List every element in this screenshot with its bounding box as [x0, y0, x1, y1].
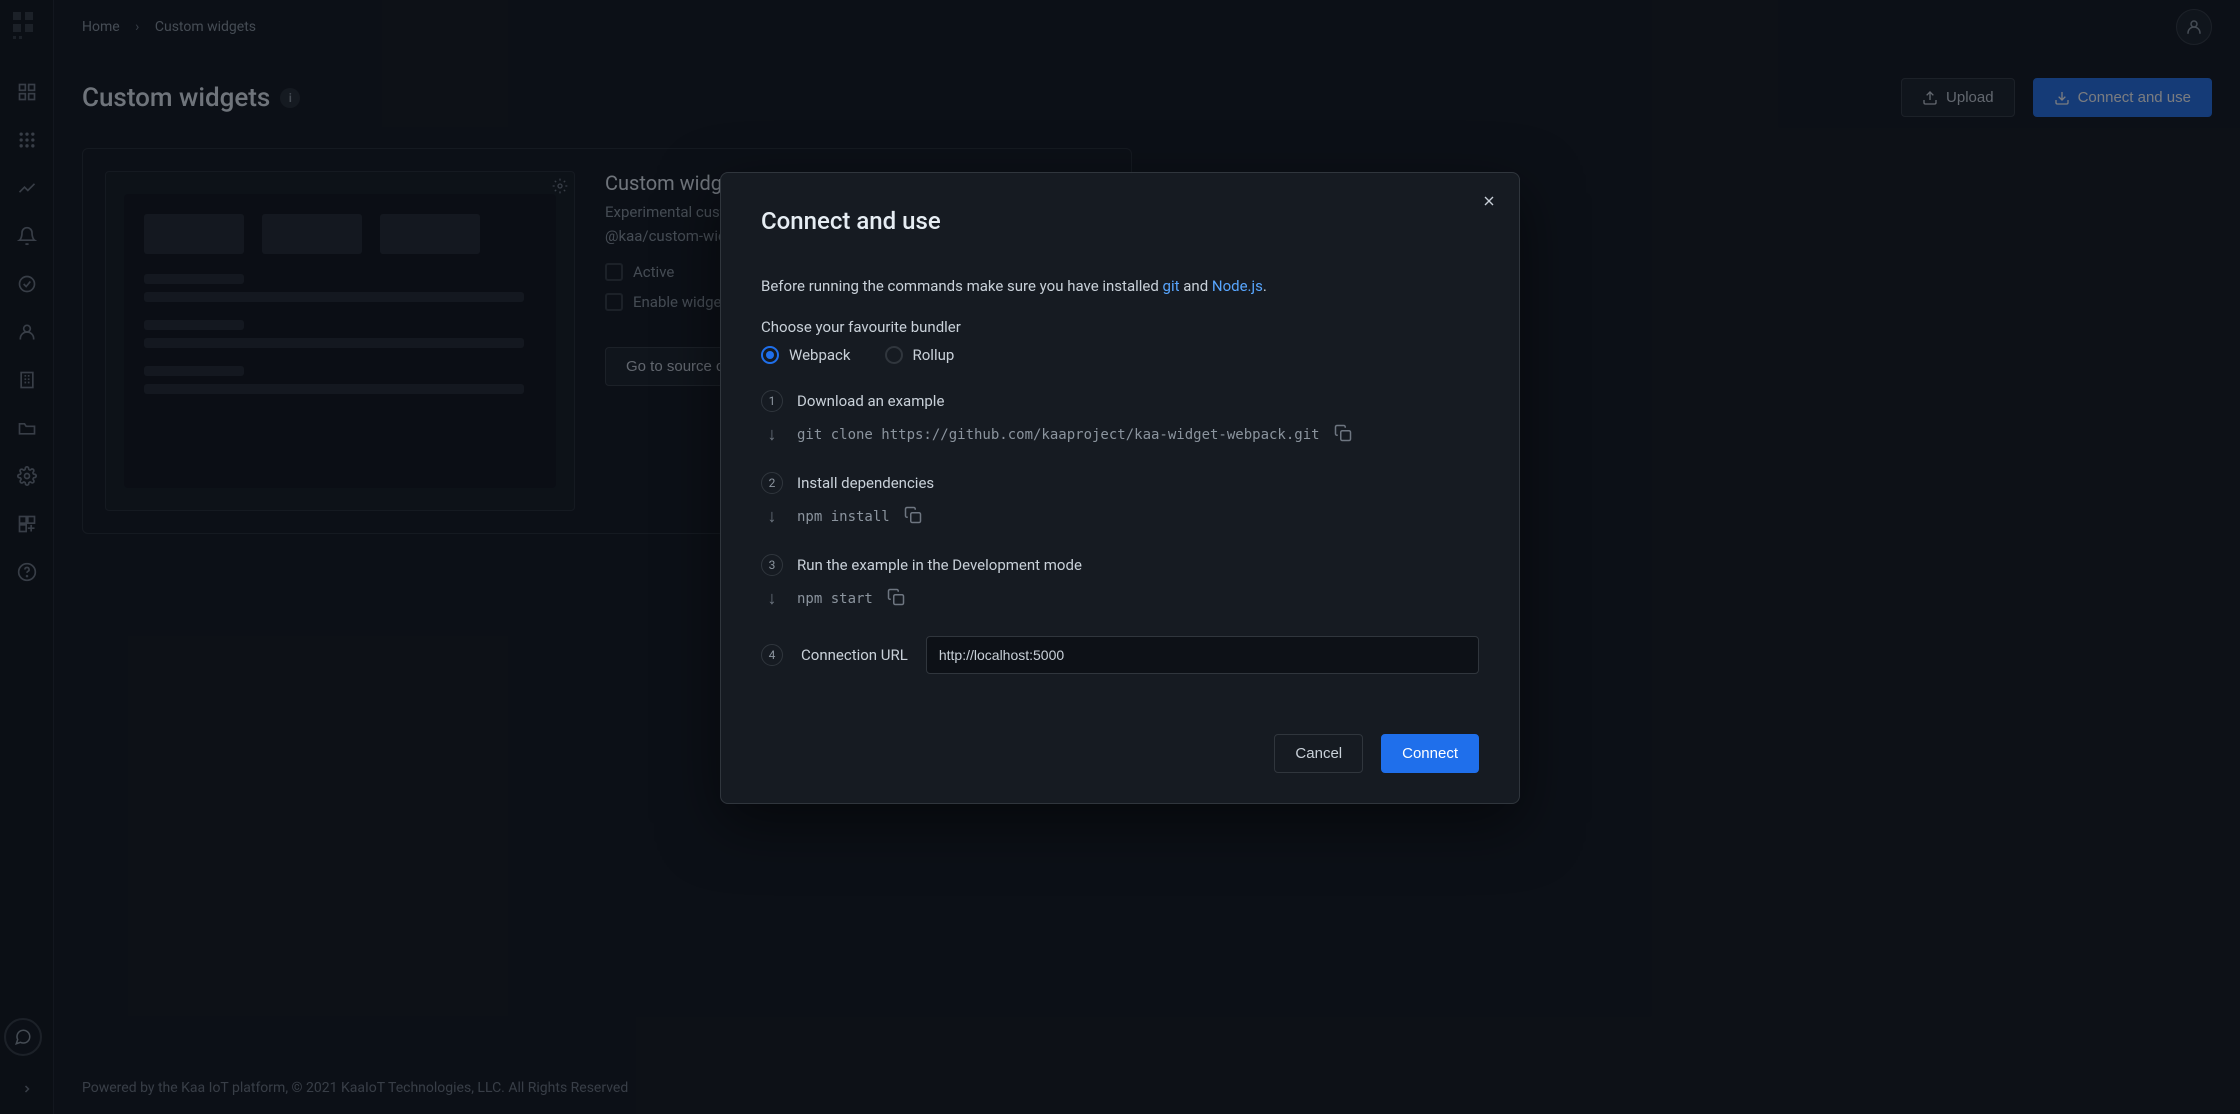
copy-icon[interactable] [904, 506, 922, 528]
modal-intro-period: . [1263, 277, 1267, 295]
bundler-radio-group: Webpack Rollup [761, 346, 1479, 364]
step-1-code[interactable]: git clone https://github.com/kaaproject/… [797, 427, 1320, 443]
arrow-down-icon: ↓ [761, 588, 783, 609]
nodejs-link[interactable]: Node.js [1212, 277, 1263, 295]
step-2-code[interactable]: npm install [797, 509, 890, 525]
rollup-radio[interactable]: Rollup [885, 346, 955, 364]
step-3-code-row: ↓ npm start [761, 588, 1479, 610]
step-num-2: 2 [761, 472, 783, 494]
step-3-label: Run the example in the Development mode [797, 556, 1082, 574]
cancel-button[interactable]: Cancel [1274, 734, 1363, 773]
step-num-3: 3 [761, 554, 783, 576]
radio-dot-icon [885, 346, 903, 364]
step-num-1: 1 [761, 390, 783, 412]
copy-icon[interactable] [887, 588, 905, 610]
modal-title: Connect and use [761, 207, 1479, 235]
step-4: 4 Connection URL [761, 636, 1479, 674]
arrow-down-icon: ↓ [761, 506, 783, 527]
webpack-radio[interactable]: Webpack [761, 346, 851, 364]
connect-button[interactable]: Connect [1381, 734, 1479, 773]
modal-overlay: Connect and use Before running the comma… [0, 0, 2240, 1114]
step-2-label: Install dependencies [797, 474, 934, 492]
cancel-button-label: Cancel [1295, 745, 1342, 762]
webpack-radio-label: Webpack [789, 346, 851, 364]
rollup-radio-label: Rollup [913, 346, 955, 364]
step-2: 2 Install dependencies [761, 472, 1479, 494]
radio-dot-icon [761, 346, 779, 364]
arrow-down-icon: ↓ [761, 424, 783, 445]
step-1-label: Download an example [797, 392, 944, 410]
step-num-4: 4 [761, 644, 783, 666]
step-1: 1 Download an example [761, 390, 1479, 412]
connect-modal: Connect and use Before running the comma… [720, 172, 1520, 804]
step-4-label: Connection URL [801, 646, 908, 664]
modal-intro-and: and [1180, 277, 1212, 295]
modal-intro: Before running the commands make sure yo… [761, 275, 1479, 298]
close-icon[interactable] [1477, 189, 1501, 213]
step-1-code-row: ↓ git clone https://github.com/kaaprojec… [761, 424, 1479, 446]
modal-footer: Cancel Connect [761, 734, 1479, 773]
git-link[interactable]: git [1163, 277, 1180, 295]
connection-url-input[interactable] [926, 636, 1479, 674]
step-3-code[interactable]: npm start [797, 591, 873, 607]
step-2-code-row: ↓ npm install [761, 506, 1479, 528]
step-3: 3 Run the example in the Development mod… [761, 554, 1479, 576]
modal-intro-text: Before running the commands make sure yo… [761, 277, 1163, 295]
bundler-label: Choose your favourite bundler [761, 318, 1479, 336]
copy-icon[interactable] [1334, 424, 1352, 446]
connect-button-label: Connect [1402, 745, 1458, 762]
